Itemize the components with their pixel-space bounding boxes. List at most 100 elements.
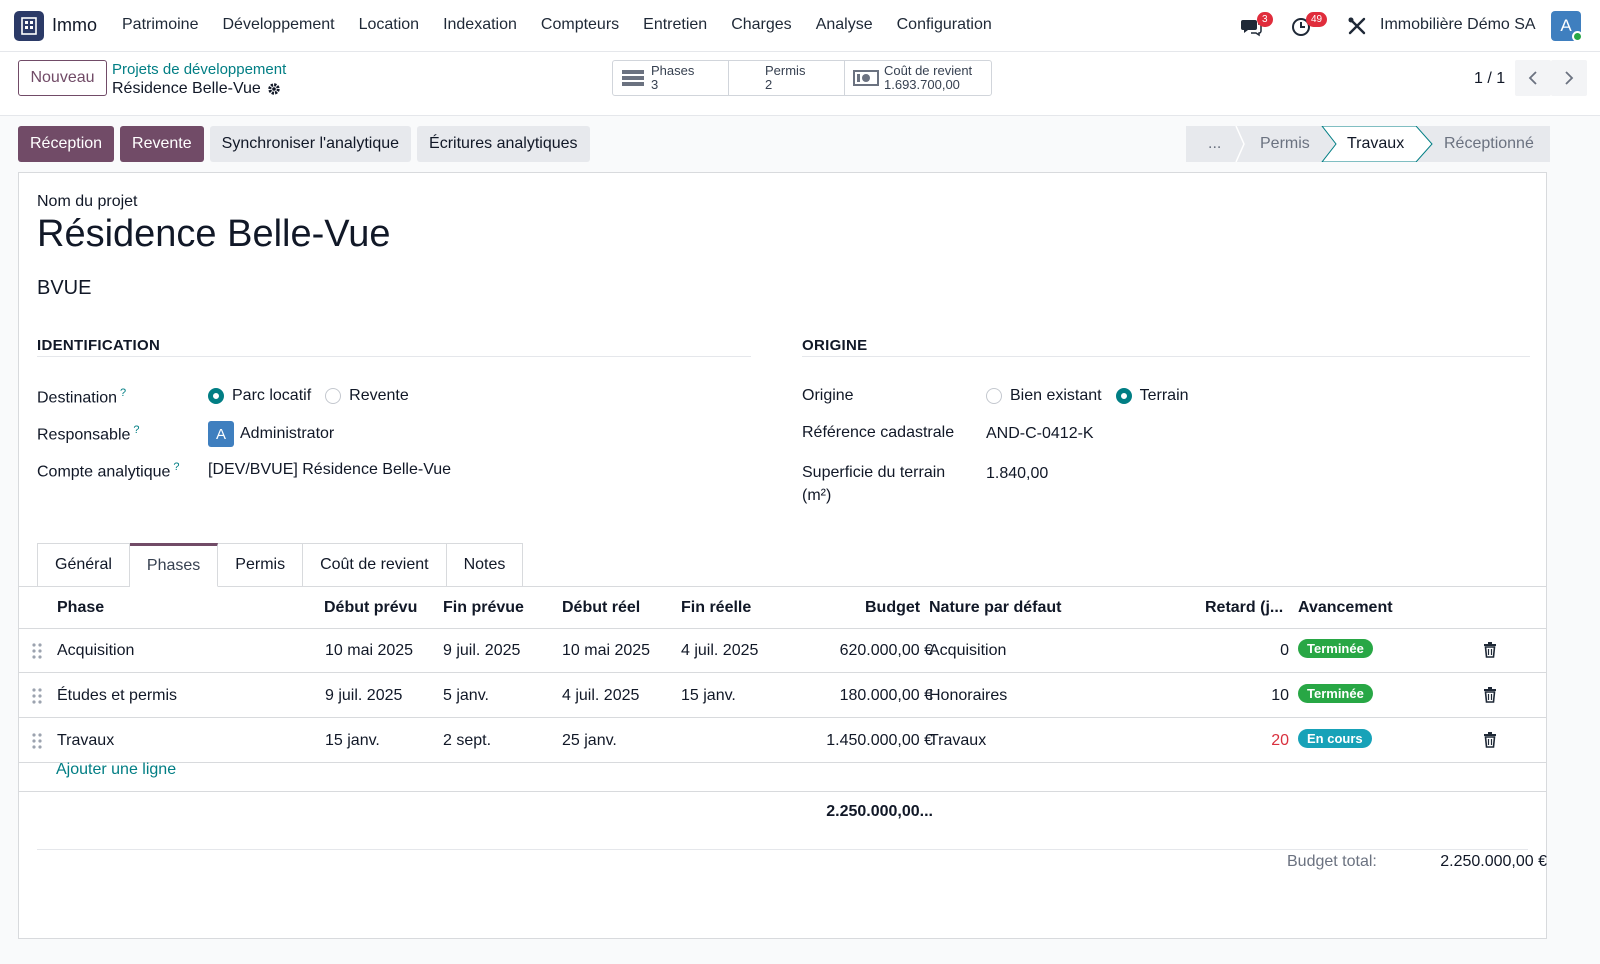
destination-label: Destination? [37, 387, 127, 407]
debug-tools-icon[interactable] [1346, 15, 1368, 37]
tab-phases[interactable]: Phases [129, 543, 219, 587]
origine-radio-group: Bien existant Terrain [986, 387, 1203, 405]
sync-analytic-button[interactable]: Synchroniser l'analytique [209, 126, 412, 162]
column-header-retard[interactable]: Retard (j... [1205, 599, 1283, 617]
cell-nature: Travaux [929, 732, 987, 749]
project-name-field[interactable]: Résidence Belle-Vue [37, 213, 390, 256]
cell-budget: 620.000,00 € [839, 642, 933, 659]
stage-permis[interactable]: Permis [1260, 126, 1320, 162]
responsable-field[interactable]: A Administrator [208, 421, 334, 447]
menu-item-patrimoine[interactable]: Patrimoine [122, 16, 198, 34]
tab-permis[interactable]: Permis [218, 543, 304, 587]
smart-button-permis[interactable]: Permis 2 [729, 61, 845, 95]
origine-divider [802, 356, 1530, 357]
menu-item-charges[interactable]: Charges [731, 16, 791, 34]
tab-cout-de-revient[interactable]: Coût de revient [303, 543, 447, 587]
destination-option-parc-locatif[interactable]: Parc locatif [208, 387, 311, 405]
company-switcher[interactable]: Immobilière Démo SA [1380, 16, 1536, 34]
menu-item-analyse[interactable]: Analyse [816, 16, 873, 34]
smart-buttons: Phases 3 Permis 2 Coût de revient 1.693.700… [612, 60, 992, 96]
trash-icon[interactable] [1483, 687, 1497, 703]
column-header-nature[interactable]: Nature par défaut [929, 599, 1061, 617]
column-header-debut-reel[interactable]: Début réel [562, 599, 640, 617]
analytic-account-label: Compte analytique? [37, 461, 180, 481]
reception-button[interactable]: Réception [18, 126, 115, 162]
radio-unchecked[interactable] [986, 388, 1002, 404]
column-header-phase[interactable]: Phase [57, 599, 104, 617]
stage-travaux[interactable]: Travaux [1347, 126, 1417, 162]
column-header-budget[interactable]: Budget [865, 599, 920, 617]
responsable-avatar: A [208, 421, 234, 447]
cell-fin-prevue: 2 sept. [443, 732, 492, 749]
origine-option-bien-existant[interactable]: Bien existant [986, 387, 1102, 405]
stat-label: Coût de revient [884, 63, 973, 78]
cell-debut-reel: 4 juil. 2025 [562, 687, 640, 704]
smart-button-cout[interactable]: Coût de revient 1.693.700,00 [845, 61, 991, 95]
trash-icon[interactable] [1483, 732, 1497, 748]
apps-menu-icon[interactable] [14, 11, 44, 41]
project-name-label: Nom du projet [37, 193, 138, 210]
stage-receptionne[interactable]: Réceptionné [1444, 126, 1544, 162]
menu-item-compteurs[interactable]: Compteurs [541, 16, 619, 34]
stat-label: Phases [651, 63, 695, 78]
column-header-fin-reelle[interactable]: Fin réelle [681, 599, 751, 617]
tab-general[interactable]: Général [37, 543, 130, 587]
table-row[interactable]: Études et permis 9 juil. 2025 5 janv. 4 … [19, 674, 1546, 718]
origine-option-terrain[interactable]: Terrain [1115, 387, 1189, 405]
project-code-field[interactable]: BVUE [37, 277, 91, 300]
destination-option-revente[interactable]: Revente [325, 387, 409, 405]
drag-handle-icon[interactable] [31, 687, 43, 705]
pager-next-button[interactable] [1551, 60, 1587, 96]
radio-checked[interactable] [208, 388, 224, 404]
new-button[interactable]: Nouveau [18, 60, 107, 96]
cell-nature: Honoraires [929, 687, 1008, 704]
menu-item-developpement[interactable]: Développement [222, 16, 334, 34]
trash-icon[interactable] [1483, 642, 1497, 658]
drag-handle-icon[interactable] [31, 642, 43, 660]
totals-divider [37, 849, 1528, 850]
breadcrumb-parent[interactable]: Projets de développement [112, 61, 286, 78]
menu-item-entretien[interactable]: Entretien [643, 16, 707, 34]
smart-button-phases[interactable]: Phases 3 [613, 61, 729, 95]
column-header-debut-prevu[interactable]: Début prévu [324, 599, 417, 617]
drag-handle-icon[interactable] [31, 732, 43, 750]
cell-debut-reel: 25 janv. [562, 732, 617, 749]
menu-item-configuration[interactable]: Configuration [897, 16, 992, 34]
cadastre-field[interactable]: AND-C-0412-K [986, 425, 1094, 443]
help-icon[interactable]: ? [173, 461, 179, 473]
table-row[interactable]: Travaux 15 janv. 2 sept. 25 janv. 1.450.… [19, 719, 1546, 763]
cell-debut-reel: 10 mai 2025 [562, 642, 651, 659]
pager-previous-button[interactable] [1515, 60, 1551, 96]
budget-column-total: 2.250.000,00... [826, 803, 933, 820]
add-line-link[interactable]: Ajouter une ligne [56, 761, 176, 779]
table-row[interactable]: Acquisition 10 mai 2025 9 juil. 2025 10 … [19, 629, 1546, 673]
cell-debut-prevu: 10 mai 2025 [325, 642, 414, 659]
chevron-left-icon [1528, 71, 1537, 85]
analytic-entries-button[interactable]: Écritures analytiques [417, 126, 590, 162]
gear-icon[interactable] [267, 82, 281, 96]
cell-fin-reelle: 15 janv. [681, 687, 736, 704]
help-icon[interactable]: ? [120, 387, 126, 399]
responsable-value: Administrator [240, 425, 335, 442]
surface-field[interactable]: 1.840,00 [986, 465, 1048, 483]
menu-item-indexation[interactable]: Indexation [443, 16, 517, 34]
radio-unchecked[interactable] [325, 388, 342, 404]
tab-notes[interactable]: Notes [446, 543, 524, 587]
status-badge: Terminée [1298, 639, 1373, 658]
analytic-account-field[interactable]: [DEV/BVUE] Résidence Belle-Vue [208, 461, 451, 479]
menu-item-location[interactable]: Location [359, 16, 420, 34]
column-header-fin-prevue[interactable]: Fin prévue [443, 599, 524, 617]
column-header-avancement[interactable]: Avancement [1298, 599, 1393, 617]
app-name[interactable]: Immo [52, 15, 97, 36]
cell-budget: 1.450.000,00 € [826, 732, 933, 749]
radio-checked[interactable] [1115, 388, 1132, 404]
form-sheet: Nom du projet Résidence Belle-Vue BVUE I… [18, 172, 1547, 939]
pager-value[interactable]: 1 / 1 [1474, 70, 1505, 88]
online-status-dot [1572, 31, 1583, 42]
cadastre-label: Référence cadastrale [802, 424, 955, 441]
identification-title: IDENTIFICATION [37, 337, 161, 354]
top-navbar: Immo Patrimoine Développement Location I… [0, 0, 1600, 52]
stage-more[interactable]: ... [1208, 126, 1238, 162]
help-icon[interactable]: ? [133, 424, 139, 436]
revente-button[interactable]: Revente [120, 126, 204, 162]
